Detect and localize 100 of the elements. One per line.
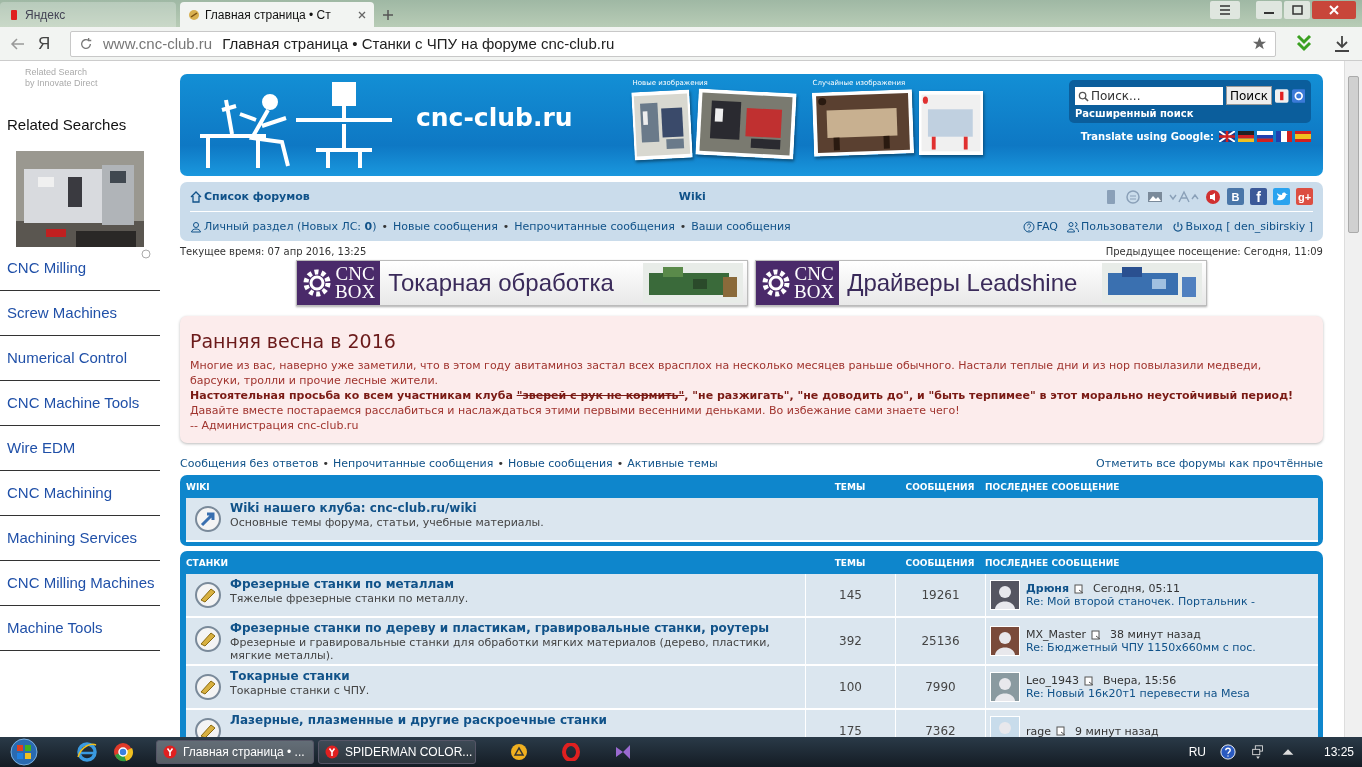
wiki-link[interactable]: Wiki (678, 190, 706, 203)
home-button[interactable]: Я (38, 33, 58, 54)
search-button[interactable]: Поиск (1226, 86, 1272, 105)
flag-icon[interactable] (1238, 131, 1254, 142)
avatar[interactable] (990, 580, 1020, 610)
downloads-icon[interactable] (1332, 33, 1352, 54)
help-icon[interactable] (1219, 744, 1236, 760)
forum-title-link[interactable]: Фрезерные станки по дереву и пластикам, гравировальные станки, роутеры (230, 621, 797, 636)
social-button[interactable] (1273, 188, 1290, 205)
search-engine-icon[interactable] (1275, 87, 1289, 104)
forum-description: Токарные станки с ЧПУ. (230, 684, 370, 697)
flag-icon[interactable] (1276, 131, 1292, 142)
nav-link[interactable]: Личный раздел (Новых ЛС: 0) (190, 220, 377, 233)
topics-count: 100 (805, 666, 895, 708)
author-link[interactable]: Leo_1943 (1026, 674, 1079, 687)
speaker-icon[interactable] (1205, 188, 1221, 205)
network-icon[interactable] (1249, 744, 1266, 760)
language-indicator[interactable]: RU (1188, 745, 1206, 759)
post-subject-link[interactable]: Re: Бюджетный ЧПУ 1150х660мм с пос. (1026, 641, 1256, 654)
social-button[interactable]: f (1250, 188, 1267, 205)
forum-title-link[interactable]: Токарные станки (230, 669, 370, 684)
category-title[interactable]: СТАНКИ (186, 557, 805, 568)
bookmark-star-icon[interactable] (1252, 36, 1267, 51)
related-search-link[interactable]: Wire EDM (0, 426, 160, 471)
quick-link[interactable]: Непрочитанные сообщения (332, 456, 494, 470)
app-icon[interactable] (614, 743, 632, 761)
post-time: 38 минут назад (1110, 628, 1201, 641)
search-engine-icon[interactable] (1291, 87, 1305, 104)
browser-icon[interactable] (76, 741, 98, 763)
close-icon[interactable] (358, 10, 366, 19)
author-link[interactable]: rage (1026, 724, 1051, 737)
post-time: Вчера, 15:56 (1102, 674, 1177, 687)
view-post-icon[interactable] (1083, 675, 1094, 686)
nav-link[interactable]: Ваши сообщения (691, 220, 791, 233)
nav-link[interactable]: Выход [ den_sibirskiy ] (1171, 220, 1313, 233)
site-name[interactable]: cnc-club.ru (416, 102, 573, 132)
announcement-text: Многие из вас, наверно уже заметили, что в этом году авитаминоз застал всех врасплох на несколько месяцев раньше обычного. Настали теплые дни и из нор повылазили медведи, барсуки, тролли и прочие лесные жители. (190, 358, 1263, 388)
browser-tab[interactable]: Главная страница • Ст (180, 2, 374, 27)
related-search-link[interactable]: CNC Milling Machines (0, 561, 160, 606)
quick-link[interactable]: Активные темы (627, 456, 718, 470)
view-post-icon[interactable] (1074, 583, 1085, 594)
category-title[interactable]: WIKI (186, 481, 805, 492)
quick-link[interactable]: Сообщения без ответов (180, 456, 319, 470)
new-tab-icon[interactable] (382, 9, 394, 21)
forum-title-link[interactable]: Wiki нашего клуба: cnc-club.ru/wiki (230, 501, 544, 516)
forum-list-link[interactable]: Список форумов (190, 190, 310, 203)
post-subject-link[interactable]: Re: Новый 16к20т1 перевести на Mesa (1026, 687, 1250, 700)
taskbar-window[interactable]: SPIDERMAN COLOR... (318, 740, 476, 764)
forum-description: Фрезерные и гравировальные станки для обработки мягких материалов (дерево, пластики, мягкие металлы). (230, 636, 771, 662)
flag-icon[interactable] (1257, 131, 1273, 142)
view-post-icon[interactable] (1056, 726, 1066, 736)
nav-link[interactable]: Пользователи (1066, 220, 1163, 233)
related-search-link[interactable]: Screw Machines (0, 291, 160, 336)
flag-icon[interactable] (1219, 131, 1235, 142)
related-search-link[interactable]: Machine Tools (0, 606, 160, 651)
post-subject-link[interactable]: Re: Мой второй станочек. Портальник - (1026, 595, 1256, 608)
nav-link[interactable]: Непрочитанные сообщения (514, 220, 675, 233)
maximize-icon[interactable] (1284, 1, 1310, 19)
social-button[interactable]: g+ (1296, 188, 1313, 205)
forum-icon (194, 581, 222, 609)
nav-link[interactable]: Новые сообщения (393, 220, 498, 233)
related-search-link[interactable]: Machining Services (0, 516, 160, 561)
forum-title-link[interactable]: Лазерные, плазменные и другие раскроечные станки (230, 713, 607, 728)
related-search-link[interactable]: CNC Milling (0, 246, 160, 291)
author-link[interactable]: Дрюня (1026, 582, 1070, 595)
mark-read-link[interactable]: Отметить все форумы как прочтённые (1096, 456, 1323, 470)
forum-icon (194, 625, 222, 653)
translate-label: Translate using Google: (1080, 131, 1214, 142)
reload-icon[interactable] (79, 36, 93, 51)
quick-link[interactable]: Новые сообщения (507, 456, 613, 470)
advanced-search-link[interactable]: Расширенный поиск (1075, 108, 1305, 119)
related-search-link[interactable]: CNC Machining (0, 471, 160, 516)
forum-title-link[interactable]: Фрезерные станки по металлам (230, 577, 469, 592)
app-icon[interactable] (510, 743, 528, 761)
view-post-icon[interactable] (1091, 629, 1102, 640)
banner-text: Токарная обработка (388, 269, 614, 297)
sidebar-heading: Related Searches (7, 116, 128, 133)
close-icon[interactable] (1312, 1, 1356, 19)
column-header: ТЕМЫ (833, 481, 867, 492)
power-icon (1171, 220, 1184, 233)
taskbar-window[interactable]: Главная страница • ... (156, 740, 314, 764)
social-button[interactable]: В (1227, 188, 1244, 205)
back-icon[interactable] (10, 35, 26, 52)
nav-link[interactable]: FAQ (1022, 220, 1058, 233)
related-search-link[interactable]: CNC Machine Tools (0, 381, 160, 426)
menu-icon[interactable] (1210, 1, 1240, 19)
address-field[interactable]: www.cnc-club.ru Главная страница • Станки с ЧПУ на форуме cnc-club.ru (70, 30, 1276, 57)
users-icon (1066, 220, 1079, 233)
avatar[interactable] (990, 626, 1020, 656)
author-link[interactable]: MX_Master (1026, 628, 1087, 641)
download-icon[interactable] (1294, 33, 1314, 54)
minimize-icon[interactable] (1256, 1, 1282, 19)
search-field[interactable]: Поиск... (1075, 86, 1223, 105)
scrollbar[interactable] (1344, 61, 1362, 737)
related-search-link[interactable]: Numerical Control (0, 336, 160, 381)
browser-tab[interactable]: Яндекс (0, 2, 176, 27)
favicon-icon (8, 8, 20, 21)
clock[interactable]: 13:25 (1323, 745, 1354, 759)
browser-icon[interactable] (112, 741, 134, 763)
separator-dot: • (502, 220, 510, 233)
